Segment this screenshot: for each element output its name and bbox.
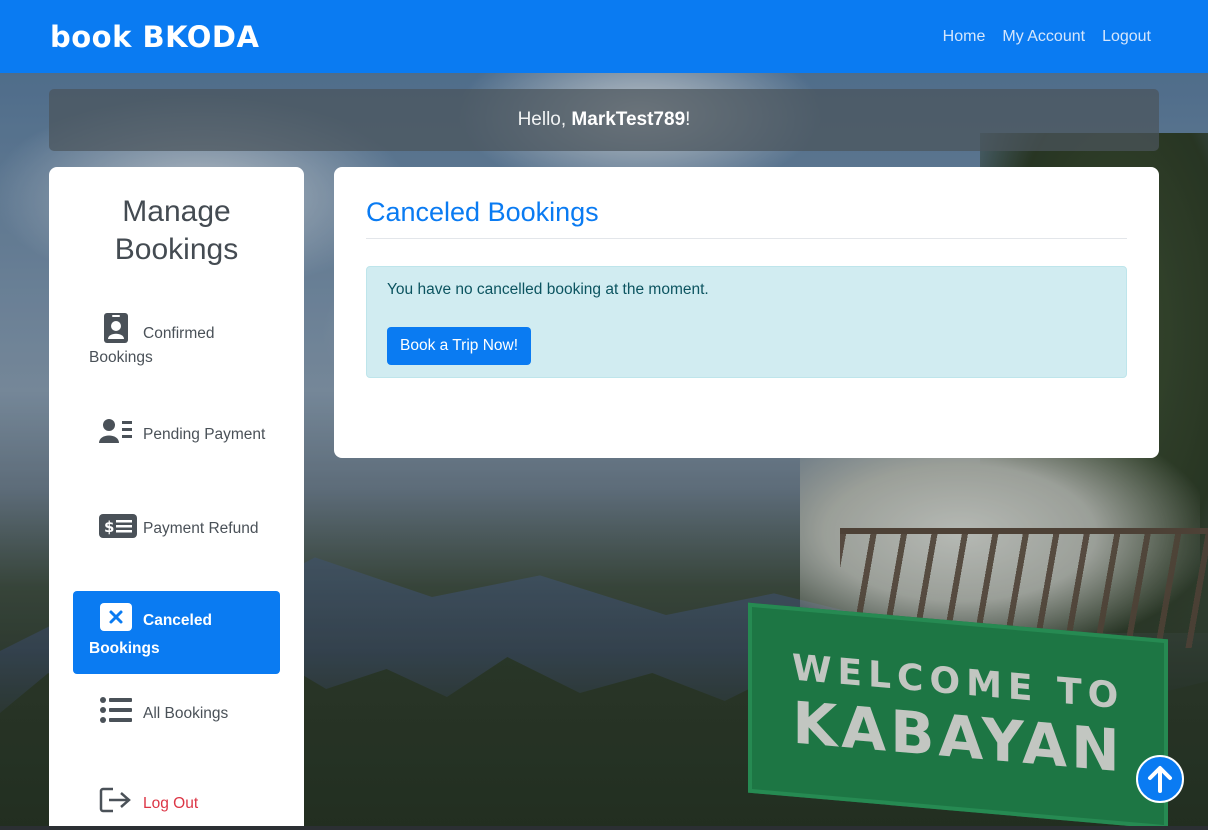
info-alert: You have no cancelled booking at the mom… (366, 266, 1127, 378)
greeting-bar: Hello, MarkTest789! (49, 89, 1159, 151)
sidebar-item-label: All Bookings (143, 705, 229, 722)
greeting-prefix: Hello, (517, 109, 572, 130)
sidebar-item-refund[interactable]: $ Payment Refund (73, 513, 280, 579)
user-list-icon (99, 417, 133, 451)
nav-links: Home My Account Logout (943, 28, 1151, 46)
sidebar-item-label: Log Out (143, 795, 199, 812)
sidebar-item-all[interactable]: All Bookings (73, 696, 280, 746)
brand-logo[interactable]: book BKODA (50, 20, 259, 54)
back-to-top-button[interactable] (1136, 755, 1184, 803)
sidebar-title-text: Manage Bookings (114, 195, 239, 266)
sidebar-item-canceled[interactable]: Canceled Bookings (73, 591, 280, 674)
page-title: Canceled Bookings (366, 197, 1127, 239)
sidebar-title: Manage Bookings (49, 193, 304, 269)
sidebar-item-confirmed[interactable]: Confirmed Bookings (73, 310, 280, 376)
id-badge-icon (99, 312, 133, 346)
nav-link-my-account[interactable]: My Account (1002, 28, 1085, 46)
footer-strip (0, 826, 1208, 830)
navbar: book BKODA Home My Account Logout (0, 0, 1208, 73)
sign-out-icon (99, 786, 133, 820)
nav-link-home[interactable]: Home (943, 28, 986, 46)
greeting-username: MarkTest789 (571, 109, 686, 130)
book-trip-button[interactable]: Book a Trip Now! (387, 327, 532, 365)
sidebar-item-label: Payment Refund (143, 520, 259, 537)
sidebar-item-pending[interactable]: Pending Payment (73, 417, 280, 483)
greeting-suffix: ! (685, 109, 691, 130)
svg-text:$: $ (104, 518, 114, 536)
sidebar: Manage Bookings Confirmed Bookings Pendi… (49, 167, 304, 830)
close-box-icon (99, 603, 133, 637)
canceled-bookings-card: Canceled Bookings You have no cancelled … (334, 167, 1159, 458)
money-bill-icon: $ (99, 513, 137, 547)
sidebar-item-label: Pending Payment (143, 426, 266, 443)
nav-link-logout[interactable]: Logout (1102, 28, 1151, 46)
sidebar-item-logout[interactable]: Log Out (73, 786, 280, 826)
arrow-up-icon (1148, 766, 1172, 793)
list-icon (99, 696, 133, 730)
alert-message: You have no cancelled booking at the mom… (387, 281, 709, 298)
